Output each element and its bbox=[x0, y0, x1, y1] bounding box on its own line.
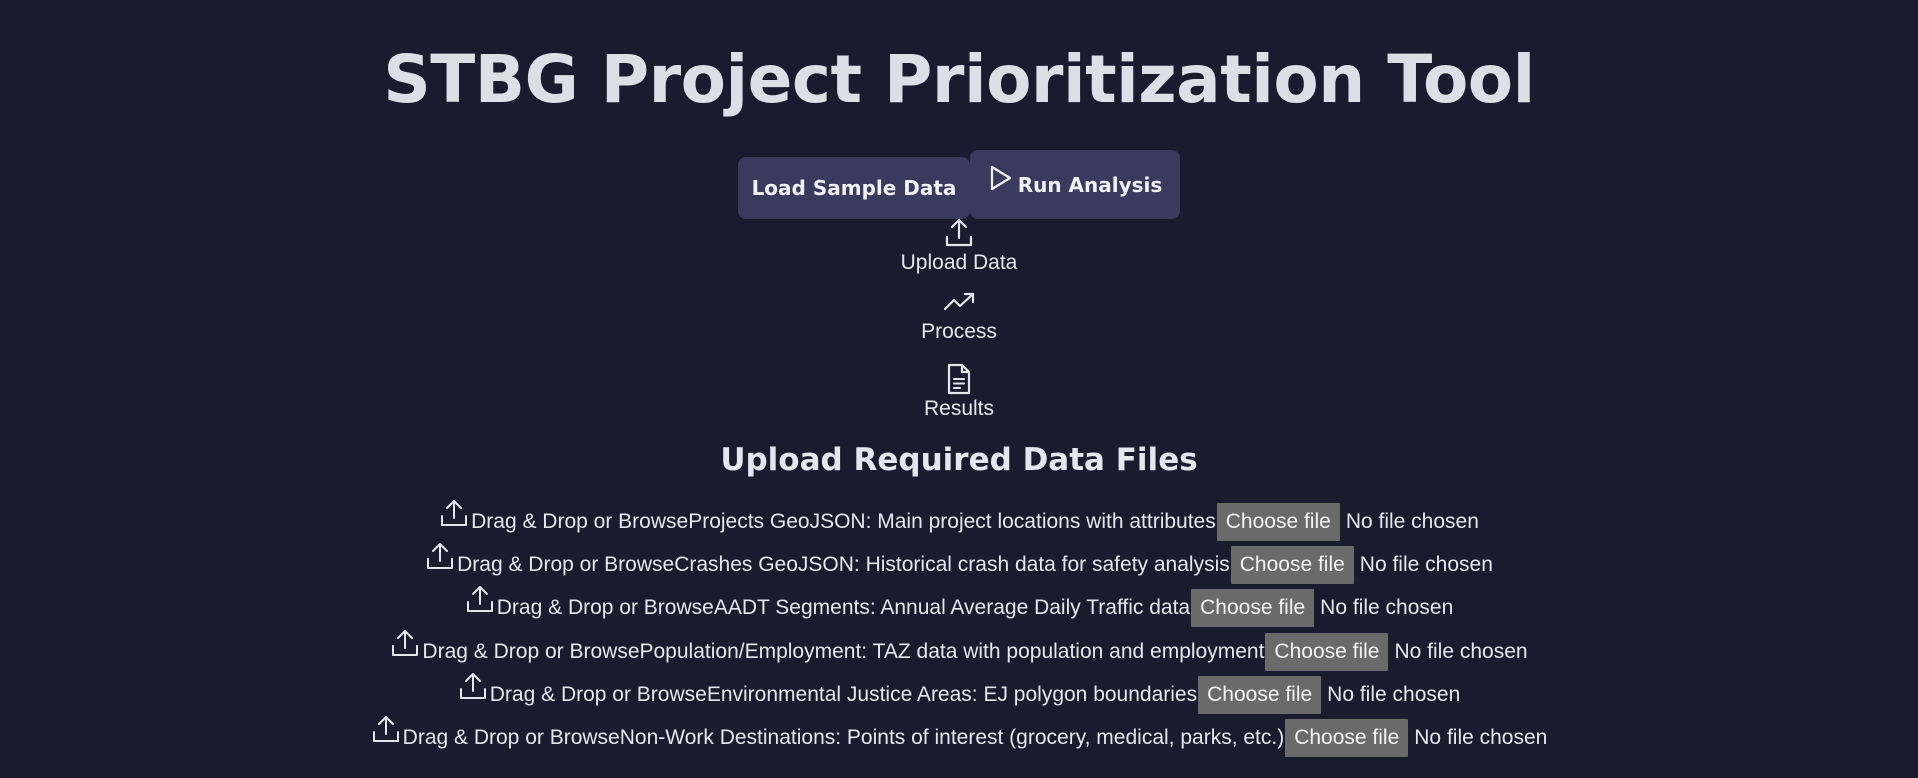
file-status: No file chosen bbox=[1394, 639, 1528, 663]
run-analysis-button[interactable]: Run Analysis bbox=[970, 150, 1180, 219]
file-status: No file chosen bbox=[1359, 552, 1493, 576]
drop-prompt[interactable]: Drag & Drop or Browse bbox=[457, 553, 674, 577]
workflow-steps: Upload Data Process Results bbox=[0, 216, 1918, 435]
file-status: No file chosen bbox=[1414, 726, 1548, 750]
file-description: AADT Segments: Annual Average Daily Traf… bbox=[713, 596, 1191, 620]
upload-icon bbox=[371, 714, 401, 750]
choose-file-button[interactable]: Choose file bbox=[1230, 545, 1354, 584]
upload-icon bbox=[465, 584, 495, 620]
file-status: No file chosen bbox=[1345, 509, 1479, 533]
step-upload-label: Upload Data bbox=[900, 251, 1018, 274]
choose-file-button[interactable]: Choose file bbox=[1265, 632, 1389, 671]
step-process-label: Process bbox=[921, 320, 997, 343]
step-results-label: Results bbox=[923, 397, 995, 420]
document-icon bbox=[942, 362, 976, 396]
step-upload: Upload Data bbox=[900, 216, 1018, 289]
upload-icon bbox=[942, 216, 976, 250]
choose-file-button[interactable]: Choose file bbox=[1198, 675, 1322, 714]
upload-row-destinations[interactable]: Drag & Drop or Browse Non-Work Destinatio… bbox=[0, 716, 1918, 759]
file-description: Population/Employment: TAZ data with pop… bbox=[639, 639, 1265, 663]
trending-up-icon bbox=[942, 289, 976, 319]
upload-list: Drag & Drop or Browse Projects GeoJSON: M… bbox=[0, 498, 1918, 760]
file-description: Non-Work Destinations: Points of interes… bbox=[619, 726, 1285, 750]
upload-section-title: Upload Required Data Files bbox=[720, 442, 1198, 478]
drop-prompt[interactable]: Drag & Drop or Browse bbox=[403, 726, 620, 750]
choose-file-button[interactable]: Choose file bbox=[1191, 589, 1315, 628]
file-description: Crashes GeoJSON: Historical crash data f… bbox=[674, 552, 1230, 576]
upload-icon bbox=[458, 671, 488, 707]
drop-prompt[interactable]: Drag & Drop or Browse bbox=[497, 596, 714, 620]
file-description: Projects GeoJSON: Main project locations… bbox=[688, 509, 1216, 533]
action-bar: Load Sample Data Run Analysis bbox=[0, 150, 1918, 219]
file-status: No file chosen bbox=[1327, 682, 1461, 706]
drop-prompt[interactable]: Drag & Drop or Browse bbox=[471, 510, 688, 534]
upload-row-crashes[interactable]: Drag & Drop or Browse Crashes GeoJSON: Hi… bbox=[0, 541, 1918, 586]
upload-row-aadt[interactable]: Drag & Drop or Browse AADT Segments: Annu… bbox=[0, 584, 1918, 630]
step-process: Process bbox=[921, 289, 997, 362]
choose-file-button[interactable]: Choose file bbox=[1285, 719, 1409, 758]
play-icon bbox=[988, 165, 1014, 197]
upload-row-projects[interactable]: Drag & Drop or Browse Projects GeoJSON: M… bbox=[0, 498, 1918, 543]
upload-icon bbox=[439, 498, 469, 534]
load-sample-data-label: Load Sample Data bbox=[751, 176, 957, 200]
choose-file-button[interactable]: Choose file bbox=[1216, 502, 1340, 541]
drop-prompt[interactable]: Drag & Drop or Browse bbox=[490, 683, 707, 707]
load-sample-data-button[interactable]: Load Sample Data bbox=[738, 157, 970, 219]
run-analysis-label: Run Analysis bbox=[1017, 172, 1163, 197]
page-title: STBG Project Prioritization Tool bbox=[383, 41, 1535, 118]
file-status: No file chosen bbox=[1320, 596, 1454, 620]
step-results: Results bbox=[924, 362, 994, 435]
upload-icon bbox=[390, 628, 420, 664]
drop-prompt[interactable]: Drag & Drop or Browse bbox=[422, 640, 639, 664]
upload-icon bbox=[425, 541, 455, 577]
upload-row-population[interactable]: Drag & Drop or Browse Population/Employme… bbox=[0, 628, 1918, 673]
file-description: Environmental Justice Areas: EJ polygon … bbox=[706, 682, 1198, 706]
upload-row-ej-areas[interactable]: Drag & Drop or Browse Environmental Justi… bbox=[0, 671, 1918, 716]
